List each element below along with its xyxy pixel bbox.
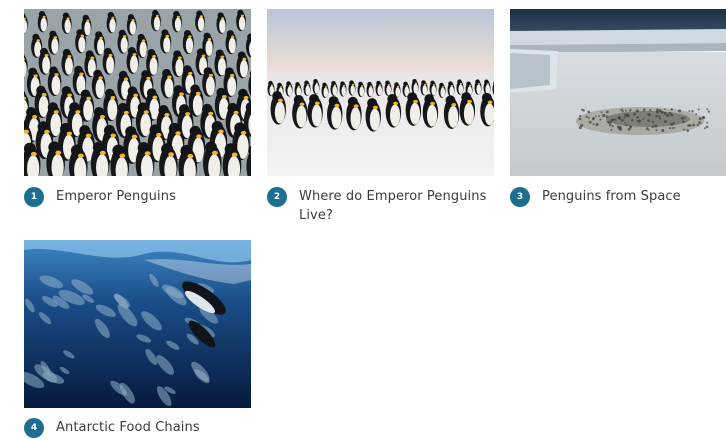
card-title[interactable]: Where do Emperor Penguins Live? <box>299 187 494 225</box>
penguins-swimming-underwater-image[interactable] <box>24 240 251 408</box>
gallery-card-caption[interactable]: 3 Penguins from Space <box>510 187 726 207</box>
gallery-card-caption[interactable]: 4 Antarctic Food Chains <box>24 418 251 438</box>
card-title[interactable]: Penguins from Space <box>542 187 681 206</box>
number-badge: 4 <box>24 418 44 438</box>
antarctic-ice-shelf-image[interactable] <box>510 9 726 176</box>
emperor-penguin-colony-image[interactable] <box>24 9 251 176</box>
card-title[interactable]: Emperor Penguins <box>56 187 176 206</box>
gallery-card-caption[interactable]: 2 Where do Emperor Penguins Live? <box>267 187 494 225</box>
number-badge: 3 <box>510 187 530 207</box>
number-badge: 2 <box>267 187 287 207</box>
gallery-card-caption[interactable]: 1 Emperor Penguins <box>24 187 251 207</box>
card-title[interactable]: Antarctic Food Chains <box>56 418 200 437</box>
number-badge: 1 <box>24 187 44 207</box>
penguins-on-ice-image[interactable] <box>267 9 494 176</box>
